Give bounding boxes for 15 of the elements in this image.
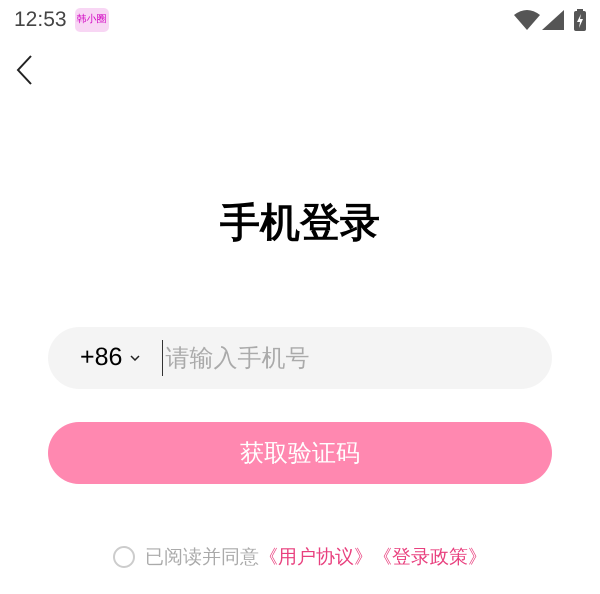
- phone-input[interactable]: 请输入手机号: [162, 340, 532, 376]
- back-icon[interactable]: [16, 55, 32, 85]
- page-title: 手机登录: [220, 203, 380, 243]
- phone-field[interactable]: +86 请输入手机号: [48, 327, 552, 389]
- battery-icon: [574, 9, 586, 31]
- agreement-text: 已阅读并同意《用户协议》《登录政策》: [145, 545, 487, 570]
- country-code-selector[interactable]: +86: [80, 339, 140, 377]
- app-icon: 韩小圈: [74, 8, 109, 32]
- agreement-link[interactable]: 《用户协议》: [259, 546, 373, 568]
- status-time: 12:53: [14, 7, 67, 34]
- agreement-checkbox[interactable]: [113, 546, 135, 568]
- signal-icon: [542, 10, 564, 30]
- wifi-icon: [514, 10, 540, 30]
- chevron-down-icon: [130, 355, 140, 361]
- agreement-link[interactable]: 《登录政策》: [373, 546, 487, 568]
